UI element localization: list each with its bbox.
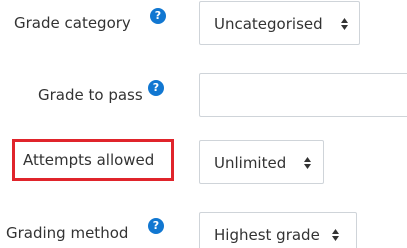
grade-settings-form: Grade category ? Uncategorised Grade to … xyxy=(0,0,407,248)
grading-method-label: Grading method xyxy=(6,224,129,242)
attempts-allowed-selected-value: Unlimited xyxy=(214,154,287,172)
grade-to-pass-label: Grade to pass xyxy=(38,86,143,104)
attempts-allowed-label: Attempts allowed xyxy=(23,151,155,169)
grade-category-selected-value: Uncategorised xyxy=(214,15,323,33)
question-circle-icon[interactable]: ? xyxy=(150,8,166,24)
grade-category-select[interactable]: Uncategorised xyxy=(199,1,360,45)
attempts-allowed-select[interactable]: Unlimited xyxy=(199,140,324,184)
grade-category-row: Grade category ? Uncategorised xyxy=(0,0,407,46)
sort-caret-icon xyxy=(341,18,348,30)
sort-caret-icon xyxy=(332,229,339,241)
question-circle-icon[interactable]: ? xyxy=(148,80,164,96)
grading-method-selected-value: Highest grade xyxy=(214,226,320,244)
grading-method-row: Grading method ? Highest grade xyxy=(0,204,407,248)
grade-to-pass-input[interactable] xyxy=(199,73,407,117)
grading-method-select[interactable]: Highest grade xyxy=(199,212,357,248)
grade-category-label: Grade category xyxy=(14,14,131,32)
grade-to-pass-row: Grade to pass ? xyxy=(0,68,407,117)
question-circle-icon[interactable]: ? xyxy=(148,218,164,234)
sort-caret-icon xyxy=(304,157,311,169)
attempts-allowed-row: Attempts allowed Unlimited xyxy=(0,138,407,184)
